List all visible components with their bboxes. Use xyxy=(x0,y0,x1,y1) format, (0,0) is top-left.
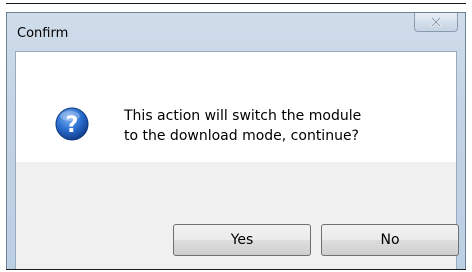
top-divider xyxy=(6,3,466,4)
screenshot-canvas: Confirm ? This action will switch the mo… xyxy=(0,0,472,272)
window-title: Confirm xyxy=(17,26,69,41)
message-text: This action will switch the module to th… xyxy=(124,106,361,146)
close-button[interactable] xyxy=(414,13,458,32)
title-bar[interactable]: Confirm xyxy=(7,13,465,49)
no-button[interactable]: No xyxy=(321,224,459,256)
svg-text:?: ? xyxy=(66,113,79,138)
bottom-divider xyxy=(6,269,466,270)
confirm-dialog: Confirm ? This action will switch the mo… xyxy=(6,12,466,269)
close-icon xyxy=(430,17,442,27)
yes-button[interactable]: Yes xyxy=(173,224,311,256)
dialog-body: ? This action will switch the module to … xyxy=(15,51,459,269)
message-line-1: This action will switch the module xyxy=(124,108,362,124)
message-line-2: to the download mode, continue? xyxy=(124,128,359,144)
message-panel: ? This action will switch the module to … xyxy=(16,52,456,162)
question-icon: ? xyxy=(55,107,89,141)
